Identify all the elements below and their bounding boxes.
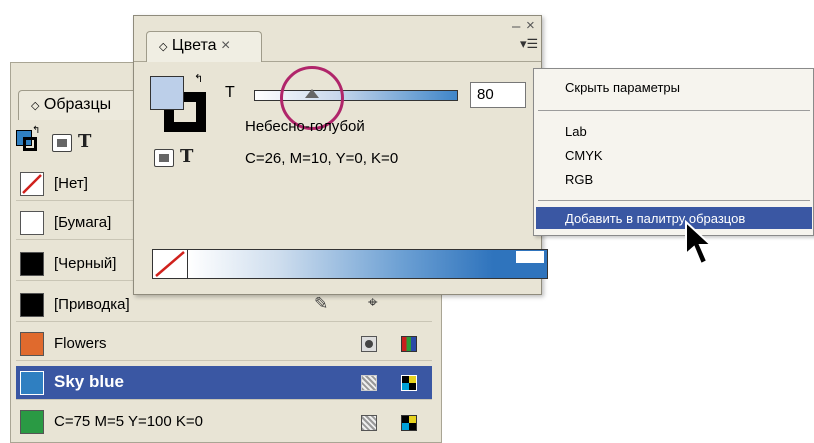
fill-stroke-icon[interactable]: ↰ [16, 125, 40, 152]
swatch-name-label: Небесно-голубой [245, 118, 365, 135]
swatch-name: Sky blue [54, 372, 124, 391]
tint-ramp[interactable] [188, 249, 548, 279]
menu-item-rgb[interactable]: RGB [565, 172, 593, 187]
swap-arrow-icon[interactable]: ↰ [194, 72, 203, 85]
process-color-icon [361, 415, 377, 431]
tab-chevron-icon: ◇ [159, 41, 168, 53]
swatch-name: [Нет] [54, 175, 88, 192]
swatch-name: Flowers [54, 335, 107, 352]
process-color-icon [361, 375, 377, 391]
tint-input[interactable]: 80 [470, 82, 526, 108]
swatch-name: C=75 M=5 Y=100 K=0 [54, 413, 204, 430]
tab-close-icon[interactable]: × [221, 37, 230, 54]
text-format-icon[interactable]: T [180, 146, 193, 167]
close-icon[interactable]: × [526, 17, 535, 34]
panel-menu-icon[interactable]: ▾☰ [520, 36, 538, 52]
mouse-pointer-icon [684, 219, 724, 276]
swatch-row-sky-blue[interactable]: Sky blue [16, 366, 432, 400]
fill-stroke-proxy[interactable]: ↰ [150, 73, 210, 134]
swatch-chip [20, 252, 44, 276]
text-format-icon[interactable]: T [78, 131, 91, 152]
cmyk-mode-icon [401, 415, 417, 431]
cmyk-mode-icon [401, 336, 417, 352]
swatch-name: [Бумага] [54, 214, 112, 231]
swatch-chip [20, 332, 44, 356]
menu-separator [538, 200, 810, 201]
ramp-white-patch [516, 251, 544, 263]
container-format-icon[interactable] [154, 149, 174, 167]
registration-icon: ⌖ [368, 293, 378, 312]
swatch-row-green[interactable]: C=75 M=5 Y=100 K=0 [16, 405, 432, 443]
swatch-row-flowers[interactable]: Flowers [16, 327, 432, 361]
minimize-icon[interactable]: – [512, 18, 520, 35]
cmyk-mode-icon [401, 375, 417, 391]
menu-item-lab[interactable]: Lab [565, 124, 587, 139]
swatch-cmyk-label: C=26, M=10, Y=0, K=0 [245, 150, 399, 167]
menu-separator [538, 110, 810, 111]
tab-swatches-label: Образцы [43, 96, 112, 113]
swatch-chip [20, 371, 44, 395]
no-edit-icon: ✎ [314, 294, 329, 313]
swatch-chip [20, 293, 44, 317]
tab-swatches[interactable]: ◇ Образцы [18, 90, 146, 120]
swatch-name: [Приводка] [54, 296, 130, 313]
tint-label: T [225, 84, 235, 101]
swatch-name: [Черный] [54, 255, 117, 272]
none-swatch-icon [20, 172, 44, 196]
tab-chevron-icon: ◇ [31, 100, 40, 112]
tab-color[interactable]: ◇ Цвета × [146, 31, 262, 62]
menu-item-hide-options[interactable]: Скрыть параметры [565, 80, 680, 95]
swatch-chip [20, 410, 44, 434]
container-format-icon[interactable] [52, 134, 72, 152]
spot-color-icon [361, 336, 377, 352]
menu-item-cmyk[interactable]: CMYK [565, 148, 603, 163]
swatch-chip [20, 211, 44, 235]
fill-box[interactable] [150, 76, 184, 110]
tab-color-label: Цвета [171, 37, 217, 54]
none-swatch-icon[interactable] [152, 249, 188, 279]
